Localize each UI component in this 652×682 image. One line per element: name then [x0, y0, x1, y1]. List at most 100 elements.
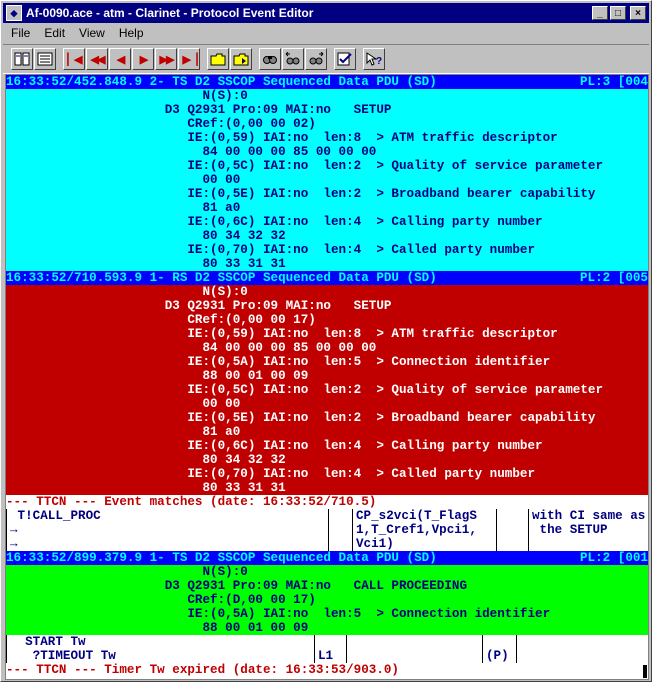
trace-line[interactable]: IE:(0,59) IAI:no len:8 > ATM traffic des… [6, 327, 648, 341]
ttcn-timer-expired[interactable]: --- TTCN --- Timer Tw expired (date: 16:… [6, 663, 648, 677]
trace-line[interactable]: IE:(0,5C) IAI:no len:2 > Quality of serv… [6, 383, 648, 397]
trace-line[interactable]: IE:(0,70) IAI:no len:4 > Called party nu… [6, 243, 648, 257]
trace-line[interactable]: D3 Q2931 Pro:09 MAI:no CALL PROCEEDING [6, 579, 648, 593]
pdu-header-text: 16:33:52/899.379.9 1- TS D2 SSCOP Sequen… [6, 551, 437, 565]
pdu-header[interactable]: 16:33:52/710.593.9 1- RS D2 SSCOP Sequen… [6, 271, 648, 285]
ttcn-column-col3 [346, 635, 482, 663]
split-view-icon[interactable] [11, 48, 33, 70]
pdu-body: N(S):0 D3 Q2931 Pro:09 MAI:no SETUP CRef… [6, 89, 648, 271]
menu-help[interactable]: Help [111, 26, 150, 40]
next-fast-icon[interactable]: ▶▶ [155, 48, 177, 70]
ttcn-cell[interactable]: START Tw [10, 635, 314, 649]
ttcn-cell[interactable] [332, 537, 352, 551]
ttcn-cell[interactable]: (P) [486, 649, 516, 663]
trace-line[interactable]: IE:(0,6C) IAI:no len:4 > Calling party n… [6, 439, 648, 453]
pdu-header-pl: PL:3 [004 [579, 75, 648, 89]
trace-line[interactable]: 84 00 00 00 85 00 00 00 [6, 341, 648, 355]
ttcn-column-col4: (P) [482, 635, 516, 663]
ttcn-cell[interactable]: → [10, 537, 328, 551]
trace-line[interactable]: IE:(0,59) IAI:no len:8 > ATM traffic des… [6, 131, 648, 145]
trace-line[interactable]: 80 33 31 31 [6, 257, 648, 271]
ttcn-cell[interactable]: ?TIMEOUT Tw [10, 649, 314, 663]
trace-line[interactable]: IE:(0,5E) IAI:no len:2 > Broadband beare… [6, 187, 648, 201]
main-window: ◆ Af-0090.ace - atm - Clarinet - Protoco… [0, 0, 652, 682]
ttcn-cell[interactable]: 1,T_Cref1,Vpci1, [356, 523, 496, 537]
ttcn-cell[interactable] [520, 635, 648, 649]
close-button[interactable]: × [630, 6, 646, 20]
trace-line[interactable]: N(S):0 [6, 285, 648, 299]
ttcn-column-col5 [516, 635, 648, 663]
trace-line[interactable]: N(S):0 [6, 89, 648, 103]
ttcn-cell[interactable] [332, 523, 352, 537]
list-view-icon[interactable] [34, 48, 56, 70]
ttcn-cell[interactable] [520, 649, 648, 663]
trace-line[interactable]: IE:(0,5A) IAI:no len:5 > Connection iden… [6, 355, 648, 369]
menu-file[interactable]: File [3, 26, 36, 40]
trace-line[interactable]: IE:(0,70) IAI:no len:4 > Called party nu… [6, 467, 648, 481]
ttcn-cell[interactable] [332, 509, 352, 523]
maximize-button[interactable]: □ [610, 6, 626, 20]
ttcn-cell[interactable]: T!CALL_PROC [10, 509, 328, 523]
minimize-button[interactable]: _ [592, 6, 608, 20]
ttcn-cell[interactable]: with CI same as [532, 509, 648, 523]
pdu-header[interactable]: 16:33:52/452.848.9 2- TS D2 SSCOP Sequen… [6, 75, 648, 89]
app-icon[interactable]: ◆ [6, 5, 22, 21]
pdu-header[interactable]: 16:33:52/899.379.9 1- TS D2 SSCOP Sequen… [6, 551, 648, 565]
ttcn-column-col4 [496, 509, 528, 551]
prev-event-icon[interactable]: ◀ [109, 48, 131, 70]
ttcn-cell[interactable]: the SETUP [532, 523, 648, 537]
title-bar[interactable]: ◆ Af-0090.ace - atm - Clarinet - Protoco… [3, 3, 649, 23]
next-event-icon[interactable]: ▶ [132, 48, 154, 70]
ttcn-cell[interactable]: L1 [318, 649, 346, 663]
ttcn-cell[interactable] [500, 509, 528, 523]
ttcn-event-match[interactable]: --- TTCN --- Event matches (date: 16:33:… [6, 495, 648, 509]
ttcn-cell[interactable] [486, 635, 516, 649]
find-previous-icon[interactable] [282, 48, 304, 70]
trace-line[interactable]: 80 34 32 32 [6, 229, 648, 243]
trace-line[interactable]: 88 00 01 00 09 [6, 369, 648, 383]
trace-line[interactable]: 81 a0 [6, 201, 648, 215]
menu-edit[interactable]: Edit [36, 26, 71, 40]
trace-line[interactable]: D3 Q2931 Pro:09 MAI:no SETUP [6, 299, 648, 313]
ttcn-cell[interactable] [350, 649, 482, 663]
ttcn-cell[interactable] [532, 537, 648, 551]
ttcn-cell[interactable]: CP_s2vci(T_FlagS [356, 509, 496, 523]
ttcn-cell[interactable] [318, 635, 346, 649]
trace-line[interactable]: IE:(0,5E) IAI:no len:2 > Broadband beare… [6, 411, 648, 425]
trace-line[interactable]: 88 00 01 00 09 [6, 621, 648, 635]
context-help-icon[interactable]: ? [363, 48, 385, 70]
pdu-header-pl: PL:2 [005 [579, 271, 648, 285]
open-folder-icon[interactable] [207, 48, 229, 70]
edit-check-icon[interactable] [334, 48, 356, 70]
trace-line[interactable]: D3 Q2931 Pro:09 MAI:no SETUP [6, 103, 648, 117]
ttcn-cell[interactable] [500, 537, 528, 551]
trace-line[interactable]: 80 34 32 32 [6, 453, 648, 467]
trace-line[interactable]: N(S):0 [6, 565, 648, 579]
trace-line[interactable]: CRef:(0,00 00 17) [6, 313, 648, 327]
last-event-icon[interactable]: ▶▕ [178, 48, 200, 70]
ttcn-cell[interactable]: → [10, 523, 328, 537]
ttcn-cell[interactable] [350, 635, 482, 649]
ttcn-cell[interactable]: Vci1) [356, 537, 496, 551]
find-next-icon[interactable] [305, 48, 327, 70]
ttcn-cell[interactable] [500, 523, 528, 537]
event-trace-view[interactable]: 16:33:52/452.848.9 2- TS D2 SSCOP Sequen… [5, 74, 649, 680]
menu-view[interactable]: View [71, 26, 111, 40]
trace-line[interactable]: 00 00 [6, 397, 648, 411]
window-title: Af-0090.ace - atm - Clarinet - Protocol … [26, 6, 314, 20]
trace-line[interactable]: IE:(0,5C) IAI:no len:2 > Quality of serv… [6, 159, 648, 173]
trace-line[interactable]: CRef:(D,00 00 17) [6, 593, 648, 607]
ttcn-table: T!CALL_PROC → → CP_s2vci(T_FlagS 1,T_Cref1,V… [6, 509, 648, 551]
trace-line[interactable]: CRef:(0,00 00 02) [6, 117, 648, 131]
prev-fast-icon[interactable]: ◀◀ [86, 48, 108, 70]
svg-text:?: ? [376, 56, 382, 66]
trace-line[interactable]: 00 00 [6, 173, 648, 187]
first-event-icon[interactable]: ▏◀ [63, 48, 85, 70]
trace-line[interactable]: 84 00 00 00 85 00 00 00 [6, 145, 648, 159]
save-folder-icon[interactable] [230, 48, 252, 70]
trace-line[interactable]: IE:(0,5A) IAI:no len:5 > Connection iden… [6, 607, 648, 621]
trace-line[interactable]: 81 a0 [6, 425, 648, 439]
trace-line[interactable]: 80 33 31 31 [6, 481, 648, 495]
find-icon[interactable] [259, 48, 281, 70]
trace-line[interactable]: IE:(0,6C) IAI:no len:4 > Calling party n… [6, 215, 648, 229]
